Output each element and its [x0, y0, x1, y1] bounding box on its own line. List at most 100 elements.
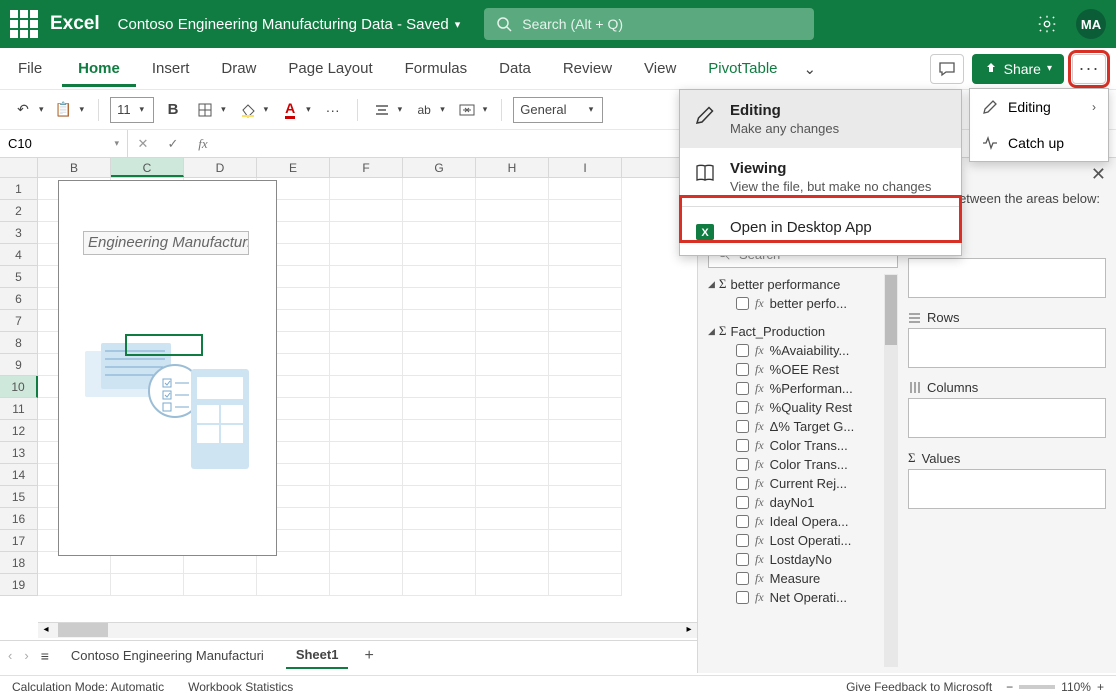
values-dropzone[interactable]: [908, 469, 1106, 509]
cell[interactable]: [476, 552, 549, 574]
cell[interactable]: [549, 530, 622, 552]
field-item[interactable]: fxIdeal Opera...: [708, 512, 884, 531]
cell[interactable]: [403, 530, 476, 552]
field-checkbox[interactable]: [736, 382, 749, 395]
cell[interactable]: [330, 420, 403, 442]
cell[interactable]: [330, 310, 403, 332]
field-item[interactable]: fx%Performan...: [708, 379, 884, 398]
cell[interactable]: [403, 508, 476, 530]
horizontal-scrollbar[interactable]: ◂▸: [38, 622, 697, 638]
field-item[interactable]: fx%Avaiability...: [708, 341, 884, 360]
field-checkbox[interactable]: [736, 363, 749, 376]
tab-page-layout[interactable]: Page Layout: [272, 50, 388, 87]
row-header[interactable]: 12: [0, 420, 38, 442]
enter-formula-button[interactable]: ✓: [158, 130, 188, 157]
cell[interactable]: [403, 266, 476, 288]
close-pane-button[interactable]: ✕: [1091, 164, 1106, 185]
cell[interactable]: [330, 574, 403, 596]
row-header[interactable]: 14: [0, 464, 38, 486]
cell[interactable]: [476, 222, 549, 244]
cell[interactable]: [549, 178, 622, 200]
cell[interactable]: [549, 398, 622, 420]
cell[interactable]: [549, 354, 622, 376]
row-header[interactable]: 13: [0, 442, 38, 464]
cell[interactable]: [476, 178, 549, 200]
tab-insert[interactable]: Insert: [136, 50, 206, 87]
cell[interactable]: [549, 420, 622, 442]
cell[interactable]: [549, 574, 622, 596]
document-title[interactable]: Contoso Engineering Manufacturing Data -…: [118, 16, 461, 33]
cell[interactable]: [330, 332, 403, 354]
settings-icon[interactable]: [1036, 13, 1058, 35]
tab-pivottable[interactable]: PivotTable: [692, 50, 793, 87]
row-header[interactable]: 7: [0, 310, 38, 332]
row-header[interactable]: 5: [0, 266, 38, 288]
cell[interactable]: [330, 486, 403, 508]
cell[interactable]: [476, 442, 549, 464]
field-checkbox[interactable]: [736, 572, 749, 585]
share-button[interactable]: Share ▾: [972, 54, 1064, 84]
cell[interactable]: [549, 464, 622, 486]
cancel-formula-button[interactable]: ✕: [128, 130, 158, 157]
add-sheet-button[interactable]: +: [360, 647, 377, 665]
col-header[interactable]: D: [184, 158, 257, 177]
field-item[interactable]: fx%OEE Rest: [708, 360, 884, 379]
field-checkbox[interactable]: [736, 591, 749, 604]
cell[interactable]: [476, 398, 549, 420]
prev-sheet-icon[interactable]: ‹: [8, 648, 12, 663]
zoom-out-icon[interactable]: −: [1006, 680, 1013, 694]
cell[interactable]: [403, 200, 476, 222]
cell[interactable]: [403, 178, 476, 200]
cell[interactable]: [549, 266, 622, 288]
row-header[interactable]: 10: [0, 376, 38, 398]
workbook-stats[interactable]: Workbook Statistics: [188, 680, 293, 694]
cell[interactable]: [111, 574, 184, 596]
cell[interactable]: [403, 332, 476, 354]
field-checkbox[interactable]: [736, 515, 749, 528]
font-more-button[interactable]: ···: [320, 97, 346, 123]
cell[interactable]: [330, 244, 403, 266]
fields-list[interactable]: ◢Σbetter performancefxbetter perfo...◢ΣF…: [708, 274, 884, 667]
row-header[interactable]: 16: [0, 508, 38, 530]
cell[interactable]: [403, 222, 476, 244]
search-box[interactable]: Search (Alt + Q): [484, 8, 814, 40]
col-header[interactable]: B: [38, 158, 111, 177]
col-header[interactable]: H: [476, 158, 549, 177]
cell[interactable]: [330, 508, 403, 530]
undo-button[interactable]: ↶▾: [10, 97, 47, 123]
name-box[interactable]: C10▾: [0, 130, 128, 157]
cell[interactable]: [476, 530, 549, 552]
row-header[interactable]: 18: [0, 552, 38, 574]
cell[interactable]: [549, 310, 622, 332]
font-size-input[interactable]: 11▾: [110, 97, 154, 123]
cell[interactable]: [549, 442, 622, 464]
field-item[interactable]: fxbetter perfo...: [708, 294, 884, 313]
spreadsheet-grid[interactable]: B C D E F G H I 123456789101112131415161…: [0, 158, 697, 638]
pivottable-placeholder[interactable]: Engineering Manufacturi: [58, 180, 277, 556]
tab-review[interactable]: Review: [547, 50, 628, 87]
clipboard-button[interactable]: 📋▾: [51, 97, 88, 123]
row-header[interactable]: 8: [0, 332, 38, 354]
cell[interactable]: [38, 574, 111, 596]
zoom-in-icon[interactable]: +: [1097, 680, 1104, 694]
cell[interactable]: [403, 288, 476, 310]
row-header[interactable]: 17: [0, 530, 38, 552]
cell[interactable]: [403, 244, 476, 266]
font-color-button[interactable]: A▾: [277, 97, 314, 123]
cell[interactable]: [403, 376, 476, 398]
cell[interactable]: [330, 288, 403, 310]
cell[interactable]: [549, 376, 622, 398]
cell[interactable]: [549, 244, 622, 266]
cell[interactable]: [549, 222, 622, 244]
tab-overflow-chevron[interactable]: ⌄: [794, 52, 827, 86]
field-checkbox[interactable]: [736, 477, 749, 490]
sheet-tab[interactable]: Contoso Engineering Manufacturi: [61, 643, 274, 668]
tab-draw[interactable]: Draw: [205, 50, 272, 87]
col-header[interactable]: F: [330, 158, 403, 177]
field-checkbox[interactable]: [736, 553, 749, 566]
field-checkbox[interactable]: [736, 420, 749, 433]
field-group[interactable]: ◢ΣFact_Production: [708, 321, 884, 341]
mode-open-desktop-item[interactable]: X Open in Desktop App: [680, 207, 961, 255]
cell[interactable]: [330, 552, 403, 574]
col-header[interactable]: G: [403, 158, 476, 177]
